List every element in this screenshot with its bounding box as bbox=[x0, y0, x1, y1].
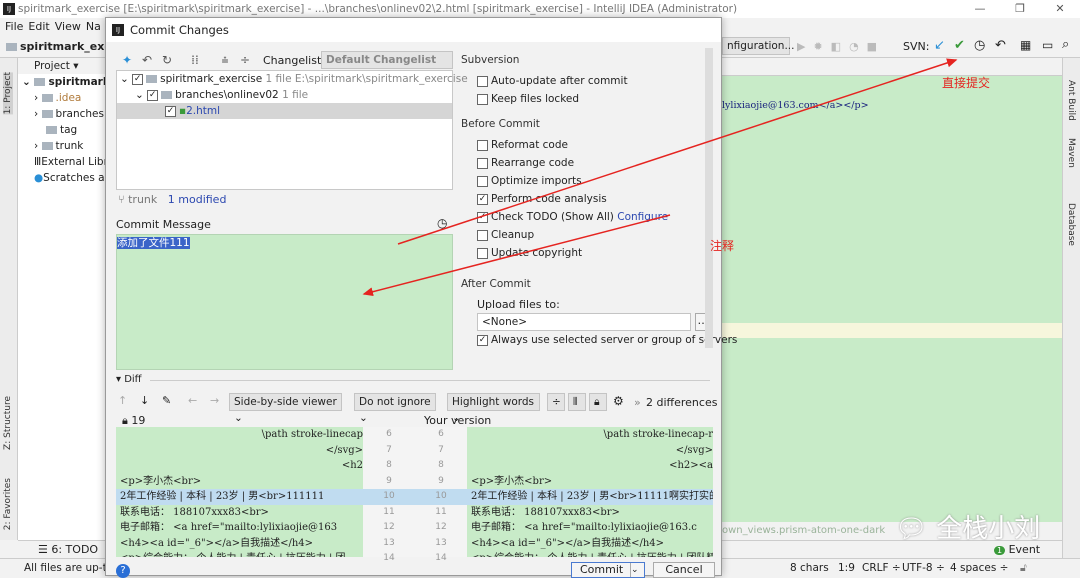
wechat-icon: 💬︎ bbox=[895, 514, 929, 544]
annotation-commit-direct: 直接提交 bbox=[942, 76, 991, 90]
watermark-text: 全栈小刘 bbox=[936, 514, 1041, 544]
watermark: 💬︎ 全栈小刘 bbox=[895, 508, 1040, 545]
arrow-to-message bbox=[362, 214, 671, 297]
arrow-to-commit bbox=[397, 58, 958, 245]
annotation-arrows bbox=[362, 58, 958, 297]
annotation-comment: 注释 bbox=[710, 239, 735, 253]
